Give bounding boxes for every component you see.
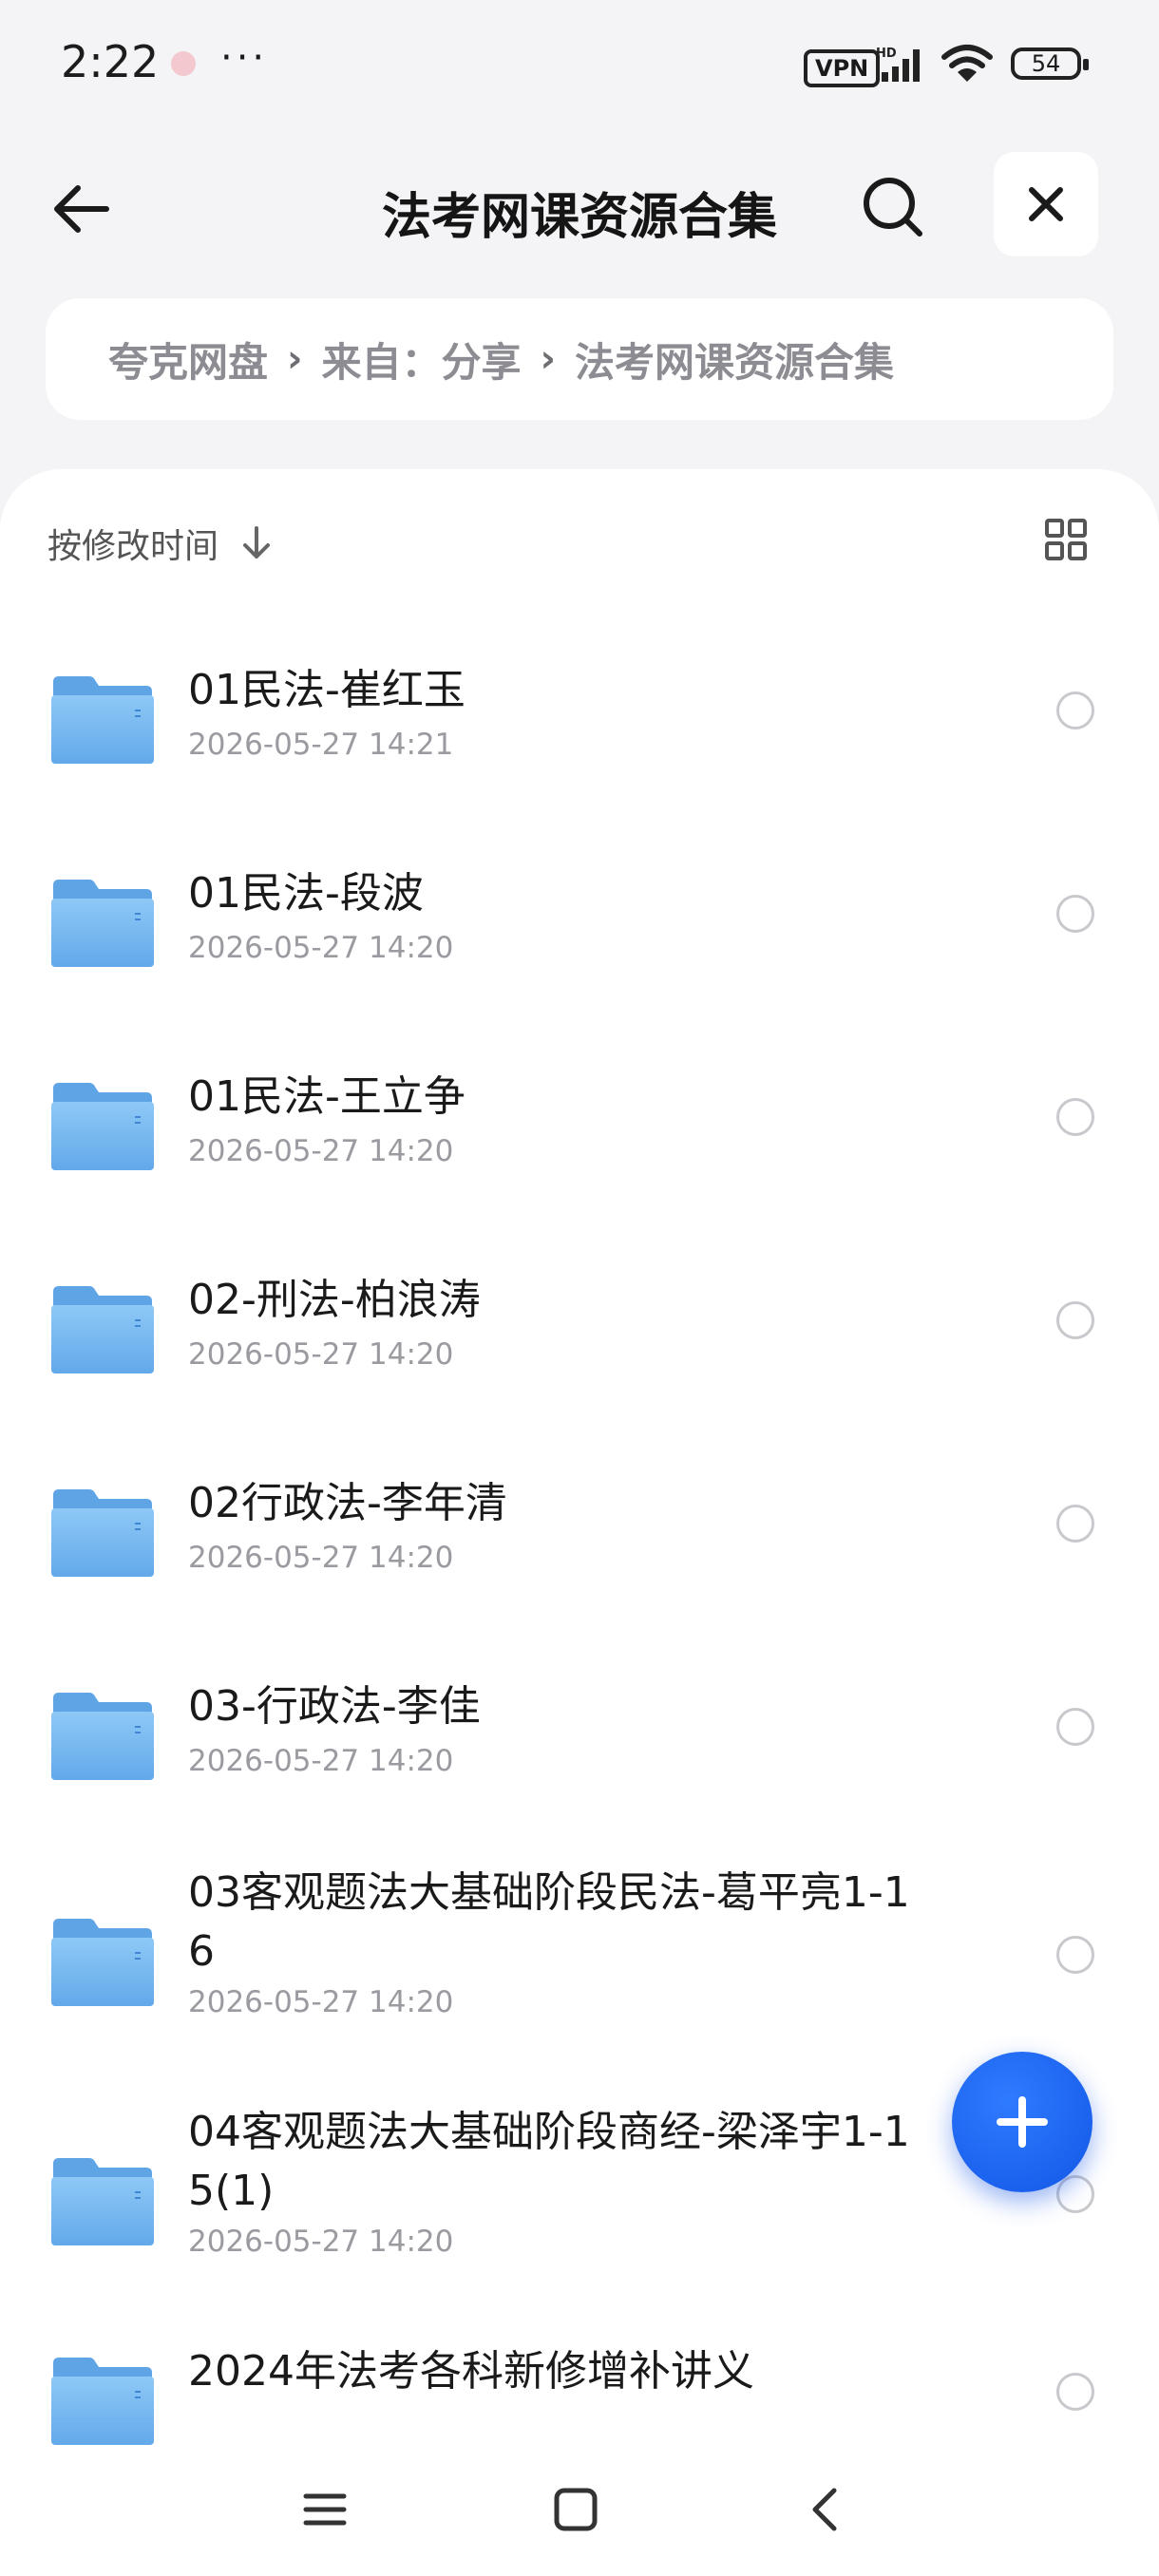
close-button[interactable]	[994, 152, 1098, 256]
file-row[interactable]: 02-刑法-柏浪涛 2026-05-27 14:20	[0, 1246, 1159, 1436]
sort-button[interactable]: 按修改时间	[48, 519, 274, 568]
file-date: 2026-05-27 14:20	[188, 931, 454, 965]
arrow-down-icon	[243, 526, 271, 559]
file-date: 2026-05-27 14:20	[188, 1985, 454, 2019]
grid-view-icon[interactable]	[1043, 517, 1089, 562]
select-checkbox[interactable]	[1056, 2175, 1094, 2213]
file-date: 2026-05-27 14:20	[188, 2225, 454, 2259]
file-row[interactable]: 01民法-段波 2026-05-27 14:20	[0, 840, 1159, 1030]
folder-icon	[51, 1286, 154, 1373]
select-checkbox[interactable]	[1056, 1936, 1094, 1974]
chevron-right-icon: ›	[540, 337, 556, 381]
file-date: 2026-05-27 14:21	[188, 728, 454, 762]
add-button[interactable]	[952, 2052, 1092, 2192]
file-date: 2026-05-27 14:20	[188, 1134, 454, 1168]
page-title: 法考网课资源合集	[381, 189, 777, 246]
signal-icon: HD	[876, 47, 920, 82]
select-checkbox[interactable]	[1056, 691, 1094, 729]
back-icon[interactable]	[796, 2479, 857, 2540]
file-name: 01民法-段波	[188, 869, 424, 918]
file-name: 03客观题法大基础阶段民法-葛平亮1-16	[188, 1868, 910, 1976]
select-checkbox[interactable]	[1056, 1505, 1094, 1543]
select-checkbox[interactable]	[1056, 895, 1094, 933]
file-name: 02行政法-李年清	[188, 1479, 507, 1527]
folder-icon	[51, 1083, 154, 1170]
breadcrumb-item-root[interactable]: 夸克网盘	[108, 331, 268, 388]
folder-icon	[51, 880, 154, 967]
select-checkbox[interactable]	[1056, 1098, 1094, 1136]
battery-icon: 54	[1011, 47, 1089, 80]
file-date: 2026-05-27 14:20	[188, 1541, 454, 1575]
file-name: 02-刑法-柏浪涛	[188, 1276, 481, 1324]
file-row[interactable]: 01民法-王立争 2026-05-27 14:20	[0, 1043, 1159, 1233]
wifi-icon	[941, 45, 993, 82]
menu-icon[interactable]	[294, 2479, 355, 2540]
folder-icon	[51, 1919, 154, 2006]
file-row[interactable]: 03-行政法-李佳 2026-05-27 14:20	[0, 1653, 1159, 1843]
file-date: 2026-05-27 14:20	[188, 1337, 454, 1372]
breadcrumb-item-source[interactable]: 来自：分享	[322, 331, 522, 388]
status-bar: 2:22 ··· VPN HD 54	[0, 0, 1159, 133]
sort-label: 按修改时间	[48, 527, 219, 566]
select-checkbox[interactable]	[1056, 1708, 1094, 1746]
file-name: 01民法-崔红玉	[188, 666, 466, 714]
file-name: 01民法-王立争	[188, 1072, 466, 1121]
app-header: 法考网课资源合集	[0, 152, 1159, 256]
file-name: 04客观题法大基础阶段商经-梁泽宇1-15(1)	[188, 2108, 910, 2215]
breadcrumb: 夸克网盘 › 来自：分享 › 法考网课资源合集	[46, 298, 1113, 420]
folder-icon	[51, 2358, 154, 2445]
svg-text:HD: HD	[876, 47, 897, 61]
search-icon[interactable]	[859, 173, 927, 241]
file-row[interactable]: 01民法-崔红玉 2026-05-27 14:21	[0, 636, 1159, 826]
file-name: 2024年法考各科新修增补讲义	[188, 2347, 754, 2396]
file-row[interactable]: 03客观题法大基础阶段民法-葛平亮1-16 2026-05-27 14:20	[0, 1856, 1159, 2046]
folder-icon	[51, 2158, 154, 2245]
status-time: 2:22	[61, 36, 160, 87]
folder-icon	[51, 1693, 154, 1780]
more-notifications-icon: ···	[220, 36, 269, 80]
folder-icon	[51, 676, 154, 764]
file-row[interactable]: 02行政法-李年清 2026-05-27 14:20	[0, 1449, 1159, 1639]
file-name: 03-行政法-李佳	[188, 1682, 481, 1731]
folder-icon	[51, 1489, 154, 1577]
file-row[interactable]: 2024年法考各科新修增补讲义	[0, 2318, 1159, 2445]
file-date: 2026-05-27 14:20	[188, 1744, 454, 1778]
select-checkbox[interactable]	[1056, 1301, 1094, 1339]
close-icon	[1029, 187, 1063, 221]
select-checkbox[interactable]	[1056, 2373, 1094, 2411]
vpn-icon: VPN	[804, 49, 881, 87]
chevron-right-icon: ›	[287, 337, 303, 381]
home-icon[interactable]	[545, 2479, 606, 2540]
system-navigation-bar	[0, 2445, 1159, 2576]
notification-app-icon	[171, 51, 196, 76]
breadcrumb-item-current: 法考网课资源合集	[575, 338, 895, 386]
